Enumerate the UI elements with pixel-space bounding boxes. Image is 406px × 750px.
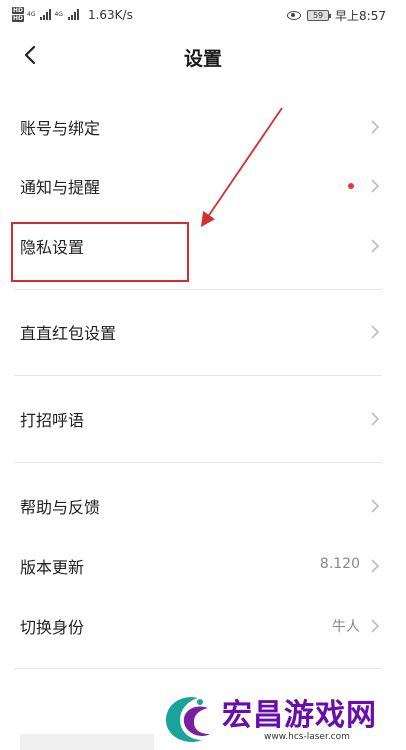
menu-item-notifications[interactable]: 通知与提醒	[0, 164, 406, 208]
unread-dot-badge	[348, 183, 354, 189]
hd-tag: HD	[12, 7, 25, 14]
logout-button[interactable]	[20, 734, 154, 750]
watermark: 宏昌游戏网 www.hcs-laser.com	[160, 688, 400, 750]
chevron-right-icon	[371, 325, 380, 339]
chevron-right-icon	[371, 120, 380, 134]
hd-indicator: HD HD	[12, 7, 25, 22]
status-time: 早上8:57	[335, 9, 386, 23]
status-right: 59 早上8:57	[287, 7, 386, 24]
menu-item-label: 打招呼语	[20, 411, 85, 430]
signal-icon	[67, 9, 79, 20]
section-divider	[14, 462, 382, 463]
menu-item-account-binding[interactable]: 账号与绑定	[0, 105, 406, 149]
watermark-text: 宏昌游戏网	[222, 698, 377, 733]
menu-item-label: 帮助与反馈	[20, 498, 101, 517]
section-divider	[14, 289, 382, 290]
chevron-right-icon	[371, 499, 380, 513]
page-title: 设置	[183, 48, 222, 70]
nav-bar: 设置	[0, 30, 406, 82]
network-speed: 1.63K/s	[87, 7, 133, 22]
chevron-right-icon	[371, 239, 380, 253]
signal-icon	[40, 9, 52, 20]
battery-icon: 59	[307, 10, 332, 21]
chevron-right-icon	[371, 619, 380, 633]
status-bar: HD HD 4G 4G 1.63K/s 59 早上8:57	[0, 0, 406, 30]
chevron-right-icon	[371, 179, 380, 193]
net-type-label: 4G	[54, 11, 63, 18]
menu-item-label: 账号与绑定	[20, 119, 101, 138]
version-value: 8.120	[319, 556, 360, 572]
status-left: HD HD 4G 4G 1.63K/s	[12, 7, 133, 22]
section-divider	[14, 375, 382, 376]
menu-item-label: 切换身份	[20, 618, 85, 637]
menu-item-privacy[interactable]: 隐私设置	[0, 224, 406, 268]
menu-item-switch-identity[interactable]: 切换身份 牛人	[0, 604, 406, 648]
menu-item-label: 隐私设置	[20, 238, 85, 257]
menu-item-version-update[interactable]: 版本更新 8.120	[0, 544, 406, 588]
menu-item-label: 版本更新	[20, 558, 85, 577]
hd-tag: HD	[12, 15, 25, 22]
menu-item-label: 直直红包设置	[20, 324, 117, 343]
menu-item-label: 通知与提醒	[20, 178, 101, 197]
menu-item-greeting[interactable]: 打招呼语	[0, 397, 406, 441]
net-type-label: 4G	[27, 11, 36, 18]
chevron-right-icon	[371, 559, 380, 573]
identity-value: 牛人	[332, 619, 360, 635]
watermark-url: www.hcs-laser.com	[264, 732, 350, 742]
section-divider	[14, 668, 382, 669]
dragon-logo-icon	[166, 697, 210, 742]
menu-item-help-feedback[interactable]: 帮助与反馈	[0, 484, 406, 528]
chevron-right-icon	[371, 412, 380, 426]
menu-item-red-packet-settings[interactable]: 直直红包设置	[0, 310, 406, 354]
eye-comfort-icon	[287, 11, 302, 20]
